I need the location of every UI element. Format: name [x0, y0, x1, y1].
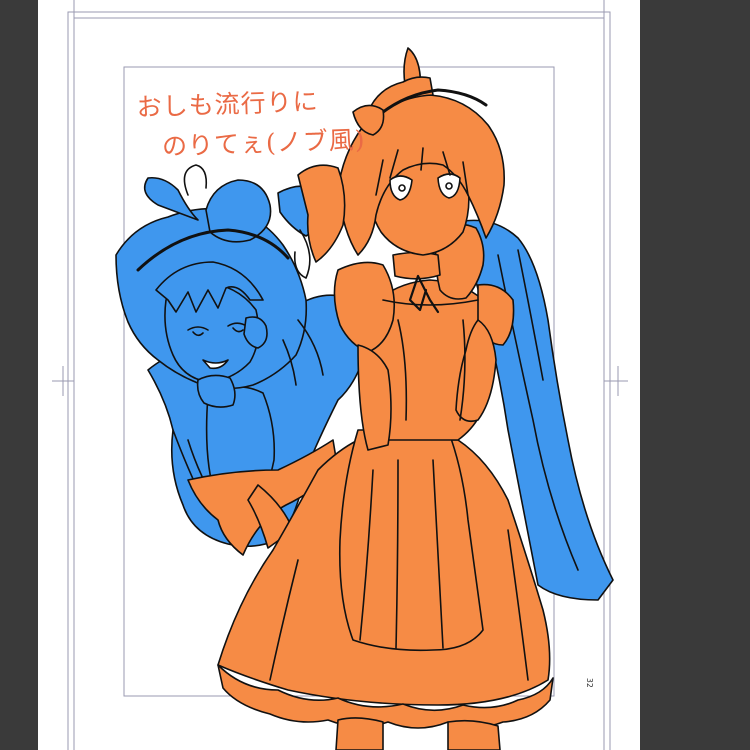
handwritten-note: おしも流行りに のりてぇ(ノブ風): [136, 80, 366, 168]
left-figure-hand: [196, 374, 236, 408]
register-mark-right: [604, 366, 628, 396]
left-panel: [0, 0, 38, 750]
workspace: おしも流行りに のりてぇ(ノブ風) 32: [0, 0, 750, 750]
left-figure-ribbon-4: [183, 164, 208, 196]
register-mark-left: [52, 366, 74, 396]
right-figure-foot-left: [335, 717, 384, 750]
canvas-page[interactable]: おしも流行りに のりてぇ(ノブ風) 32: [38, 0, 640, 750]
right-figure-collar: [392, 251, 441, 280]
right-panel: [640, 0, 750, 750]
left-figure-ribbon-1: [143, 176, 199, 221]
left-figure-ribbon-3: [293, 229, 311, 279]
right-figure-foot-right: [447, 719, 501, 750]
handwritten-note-line-2: のりてぇ(ノブ風): [161, 125, 366, 162]
page-number: 32: [585, 678, 594, 688]
